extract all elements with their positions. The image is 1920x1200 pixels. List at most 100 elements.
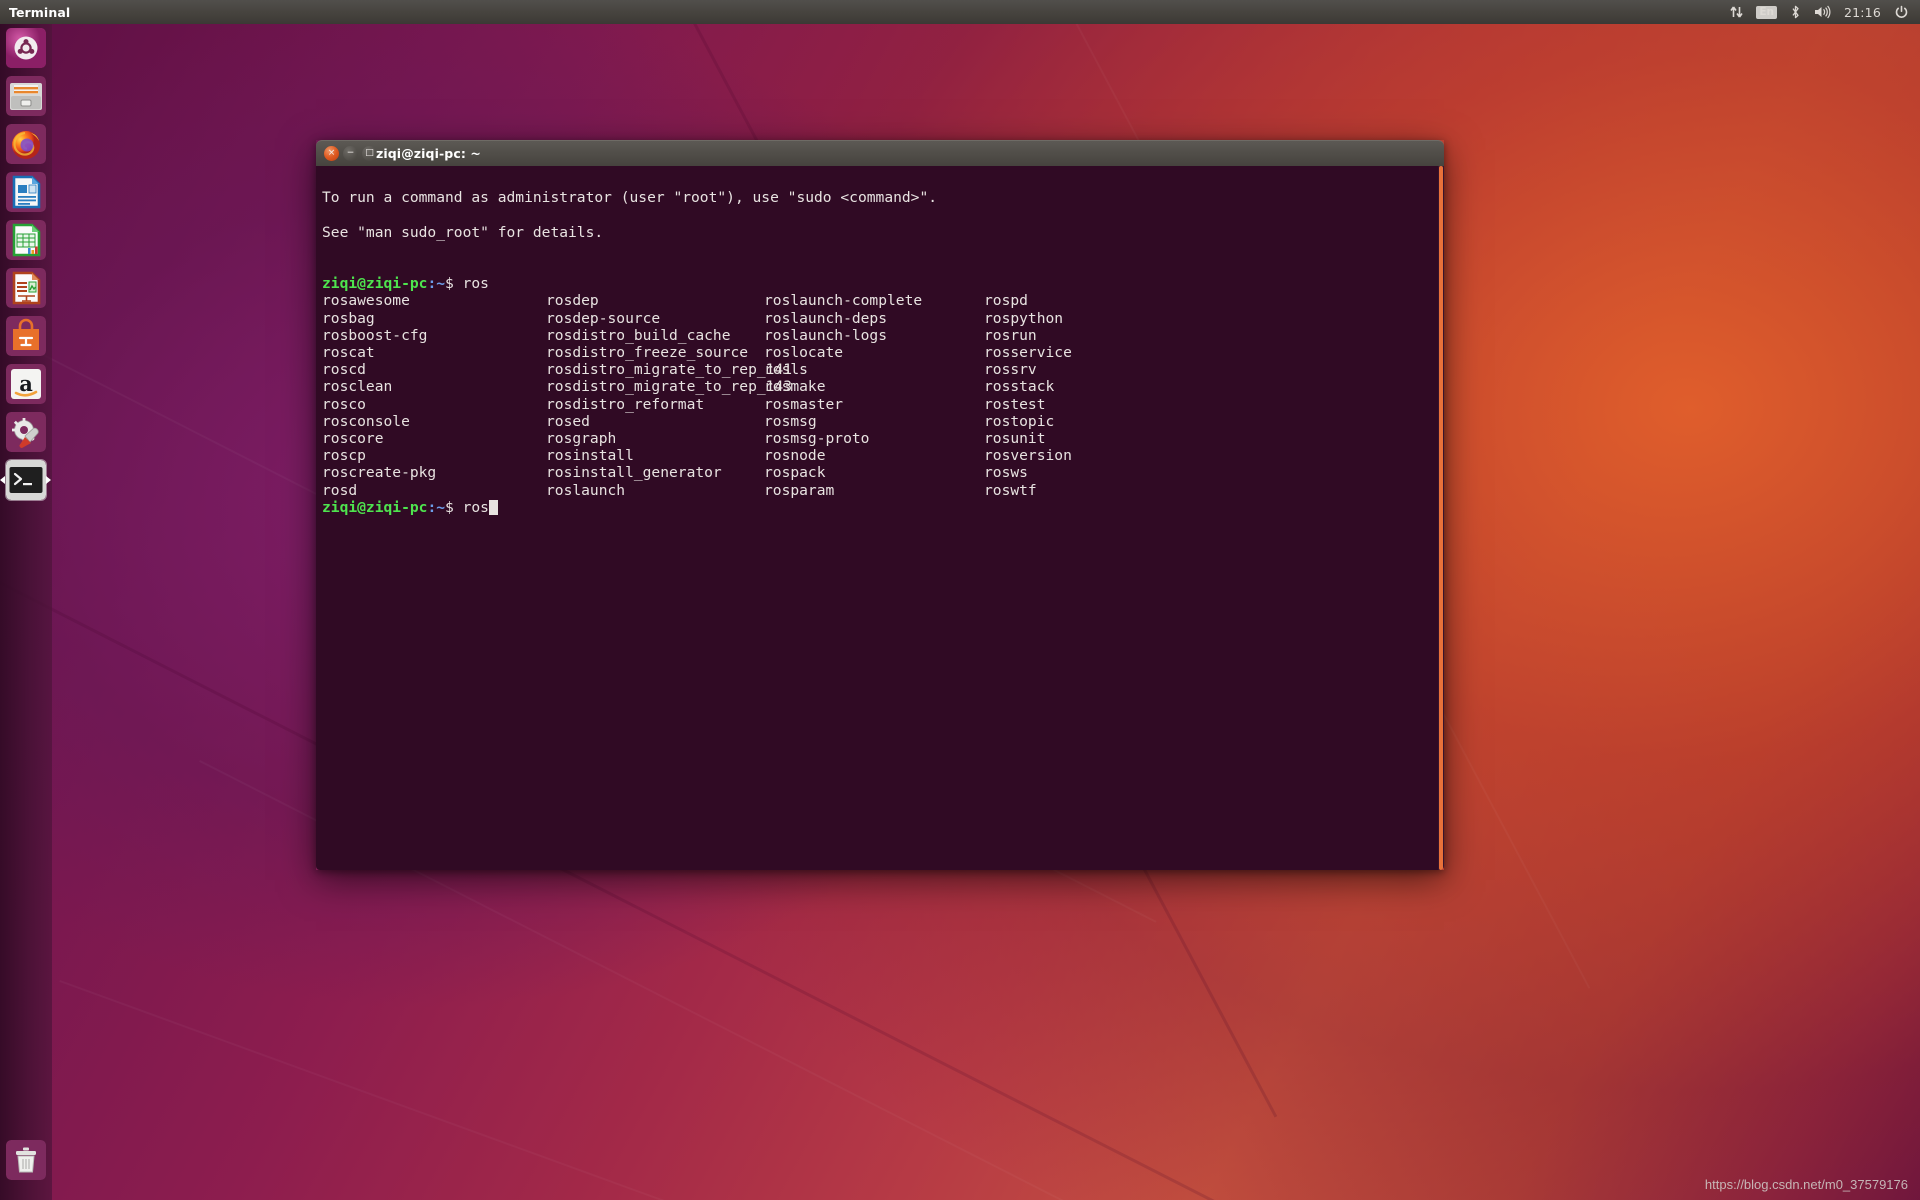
completion-row: rosboost-cfg rosdistro_build_cache roslaun… [322, 327, 1444, 344]
unity-launcher: a [0, 24, 52, 1200]
completion-item: rosco [322, 395, 366, 413]
volume-icon[interactable] [1814, 5, 1831, 19]
completion-item: rosdep [546, 292, 599, 310]
completion-item: rosgraph [546, 430, 617, 448]
completion-item: rosservice [984, 344, 1072, 362]
keyboard-layout-indicator[interactable]: En [1756, 5, 1777, 19]
launcher-item-libreoffice-writer[interactable] [6, 172, 46, 212]
completion-item: rossrv [984, 361, 1037, 379]
completion-item: rosbag [322, 309, 375, 327]
completion-item: rosmake [764, 378, 826, 396]
completion-row: rosd roslaunch rosparam roswtf [322, 482, 1444, 499]
completion-item: roslaunch [546, 481, 626, 499]
bluetooth-icon[interactable] [1790, 5, 1801, 19]
completion-item: rospd [984, 292, 1028, 310]
clock[interactable]: 21:16 [1844, 5, 1881, 20]
completion-row: rosco rosdistro_reformat rosmaster rostest [322, 396, 1444, 413]
prompt-user-host-2: ziqi@ziqi-pc [322, 498, 428, 516]
completion-item: rospack [764, 464, 826, 482]
launcher-item-trash[interactable] [6, 1140, 46, 1180]
launcher-item-amazon[interactable]: a [6, 364, 46, 404]
completion-item: roslocate [764, 344, 844, 362]
completion-item: roswtf [984, 481, 1037, 499]
network-updown-icon[interactable] [1730, 5, 1743, 19]
completion-item: rosdistro_reformat [546, 395, 705, 413]
minimize-icon: − [346, 148, 355, 158]
completion-item: roscore [322, 430, 384, 448]
completion-item: rosdistro_migrate_to_rep_141 [546, 361, 793, 379]
maximize-button[interactable]: □ [362, 146, 377, 161]
completion-item: roscd [322, 361, 366, 379]
completion-row: rosconsole rosed rosmsg rostopic [322, 413, 1444, 430]
completion-item: roscp [322, 447, 366, 465]
top-panel: Terminal En 21:16 [0, 0, 1920, 24]
completion-row: rosawesome rosdep roslaunch-complete rospd [322, 292, 1444, 309]
completion-item: roslaunch-deps [764, 309, 888, 327]
completion-item: roscat [322, 344, 375, 362]
terminal-command-1: ros [462, 275, 489, 293]
launcher-item-ubuntu-software[interactable] [6, 316, 46, 356]
completion-item: rosparam [764, 481, 835, 499]
terminal-screen[interactable]: To run a command as administrator (user … [316, 166, 1444, 870]
completion-row: roscd rosdistro_migrate_to_rep_141rosls ro… [322, 361, 1444, 378]
completion-row: rosbag rosdep-source roslaunch-deps rospyth… [322, 310, 1444, 327]
completion-item: rosnode [764, 447, 826, 465]
launcher-focused-indicator-right [46, 476, 51, 484]
terminal-scrollbar-thumb[interactable] [1439, 166, 1443, 870]
launcher-item-firefox[interactable] [6, 124, 46, 164]
terminal-content: To run a command as administrator (user … [316, 166, 1444, 533]
launcher-item-ubuntu-dash[interactable] [6, 28, 46, 68]
launcher-item-libreoffice-calc[interactable] [6, 220, 46, 260]
prompt-path-2: :~ [427, 498, 446, 516]
svg-text:a: a [19, 371, 33, 396]
completion-item: rosd [322, 481, 358, 499]
completion-item: rosdistro_freeze_source [546, 344, 749, 362]
launcher-item-libreoffice-impress[interactable] [6, 268, 46, 308]
prompt-dollar: $ [445, 275, 463, 293]
completion-item: rosversion [984, 447, 1072, 465]
power-gear-icon[interactable] [1894, 5, 1909, 20]
completion-item: rosmsg-proto [764, 430, 870, 448]
window-controls: × − □ [324, 146, 377, 161]
completion-item: rostest [984, 395, 1046, 413]
completion-item: rosboost-cfg [322, 326, 428, 344]
completion-item: rospython [984, 309, 1064, 327]
close-button[interactable]: × [324, 146, 339, 161]
completion-item: rosrun [984, 326, 1037, 344]
completion-item: rosws [984, 464, 1028, 482]
launcher-item-system-settings[interactable] [6, 412, 46, 452]
completion-item: roscreate-pkg [322, 464, 437, 482]
panel-app-title[interactable]: Terminal [9, 5, 70, 20]
completion-item: roslaunch-complete [764, 292, 923, 310]
completion-row: roscat rosdistro_freeze_source roslocate ro… [322, 344, 1444, 361]
completion-item: rosmsg [764, 412, 817, 430]
completion-grid: rosawesome rosdep roslaunch-complete rospd r… [322, 292, 1444, 498]
launcher-item-files[interactable] [6, 76, 46, 116]
terminal-cursor [488, 499, 498, 515]
completion-row: roscreate-pkg rosinstall_generator rospack… [322, 464, 1444, 481]
terminal-line-intro-1: To run a command as administrator (user … [322, 189, 938, 207]
prompt-dollar-2: $ [445, 498, 463, 516]
completion-item: rosawesome [322, 292, 410, 310]
completion-item: rosmaster [764, 395, 844, 413]
completion-item: rosls [764, 361, 808, 379]
completion-item: rosconsole [322, 412, 410, 430]
minimize-button[interactable]: − [343, 146, 358, 161]
completion-row: roscp rosinstall rosnode rosversion [322, 447, 1444, 464]
completion-item: rosdistro_migrate_to_rep_143 [546, 378, 793, 396]
completion-item: rosclean [322, 378, 393, 396]
system-tray: En 21:16 [1730, 5, 1909, 20]
terminal-window[interactable]: × − □ ziqi@ziqi-pc: ~ To run a command a… [316, 140, 1444, 870]
terminal-scrollbar[interactable] [1438, 166, 1444, 870]
completion-row: roscore rosgraph rosmsg-proto rosunit [322, 430, 1444, 447]
completion-item: rostopic [984, 412, 1055, 430]
completion-item: rosdep-source [546, 309, 661, 327]
completion-item: rosinstall [546, 447, 634, 465]
launcher-item-terminal[interactable] [6, 460, 46, 500]
completion-item: rosstack [984, 378, 1055, 396]
completion-item: rosunit [984, 430, 1046, 448]
close-icon: × [327, 148, 336, 158]
launcher-running-indicator-left [0, 476, 5, 484]
completion-item: rosinstall_generator [546, 464, 722, 482]
terminal-titlebar[interactable]: × − □ ziqi@ziqi-pc: ~ [316, 140, 1444, 166]
